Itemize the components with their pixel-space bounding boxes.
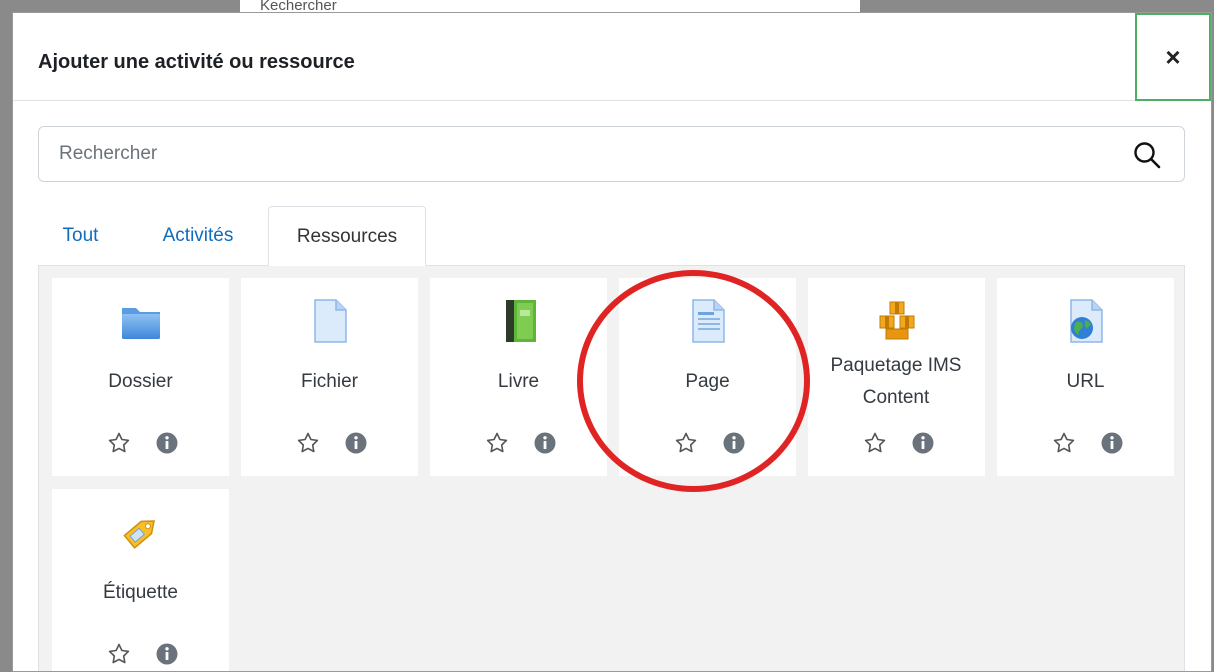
- card-actions: [485, 431, 565, 457]
- resource-card-url[interactable]: URL: [997, 278, 1174, 476]
- page-icon: [692, 299, 725, 343]
- activity-chooser-modal: Ajouter une activité ou ressource × Tout…: [12, 12, 1212, 672]
- card-label: Livre: [497, 371, 540, 392]
- resource-card-fichier[interactable]: Fichier: [241, 278, 418, 476]
- star-icon[interactable]: [107, 642, 131, 666]
- card-label: URL: [1066, 371, 1105, 392]
- close-button[interactable]: ×: [1135, 13, 1211, 101]
- star-icon[interactable]: [674, 431, 698, 455]
- resource-card-page[interactable]: Page: [619, 278, 796, 476]
- card-actions: [107, 642, 187, 668]
- star-icon[interactable]: [107, 431, 131, 455]
- star-icon[interactable]: [1052, 431, 1076, 455]
- resource-grid: Dossier Fichier Livre Page Paquetage IMS…: [38, 265, 1185, 671]
- info-icon[interactable]: [722, 431, 746, 455]
- info-icon[interactable]: [533, 431, 557, 455]
- tab-bar: Tout Activités Ressources: [38, 206, 1185, 266]
- modal-header: Ajouter une activité ou ressource ×: [13, 13, 1211, 101]
- star-icon[interactable]: [863, 431, 887, 455]
- file-icon: [314, 299, 347, 343]
- info-icon[interactable]: [155, 642, 179, 666]
- card-actions: [296, 431, 376, 457]
- resource-card-etiquette[interactable]: Étiquette: [52, 489, 229, 671]
- info-icon[interactable]: [344, 431, 368, 455]
- tab-tout[interactable]: Tout: [48, 206, 113, 266]
- star-icon[interactable]: [485, 431, 509, 455]
- star-icon[interactable]: [296, 431, 320, 455]
- folder-icon: [122, 308, 160, 339]
- background-search-text: Kechercher: [240, 0, 860, 12]
- info-icon[interactable]: [1100, 431, 1124, 455]
- search-icon[interactable]: [1132, 140, 1162, 170]
- info-icon[interactable]: [155, 431, 179, 455]
- resource-card-livre[interactable]: Livre: [430, 278, 607, 476]
- card-actions: [107, 431, 187, 457]
- card-label: Étiquette: [103, 582, 178, 603]
- label-tag-icon: [123, 520, 155, 549]
- resource-card-dossier[interactable]: Dossier: [52, 278, 229, 476]
- search-box: [38, 126, 1185, 182]
- card-actions: [863, 431, 943, 457]
- card-label: Page: [685, 371, 730, 392]
- book-icon: [506, 300, 536, 342]
- card-label: Fichier: [300, 371, 358, 392]
- card-actions: [674, 431, 754, 457]
- modal-title: Ajouter une activité ou ressource: [38, 51, 355, 73]
- tab-activites[interactable]: Activités: [148, 206, 248, 266]
- search-input[interactable]: [39, 127, 1139, 181]
- card-actions: [1052, 431, 1132, 457]
- resource-card-ims-content[interactable]: Paquetage IMS Content: [808, 278, 985, 476]
- card-label: Dossier: [108, 371, 173, 392]
- url-icon: [1070, 299, 1103, 343]
- tab-ressources[interactable]: Ressources: [268, 206, 426, 266]
- card-label: Paquetage IMS Content: [830, 355, 962, 408]
- ims-package-icon: [879, 301, 915, 340]
- info-icon[interactable]: [911, 431, 935, 455]
